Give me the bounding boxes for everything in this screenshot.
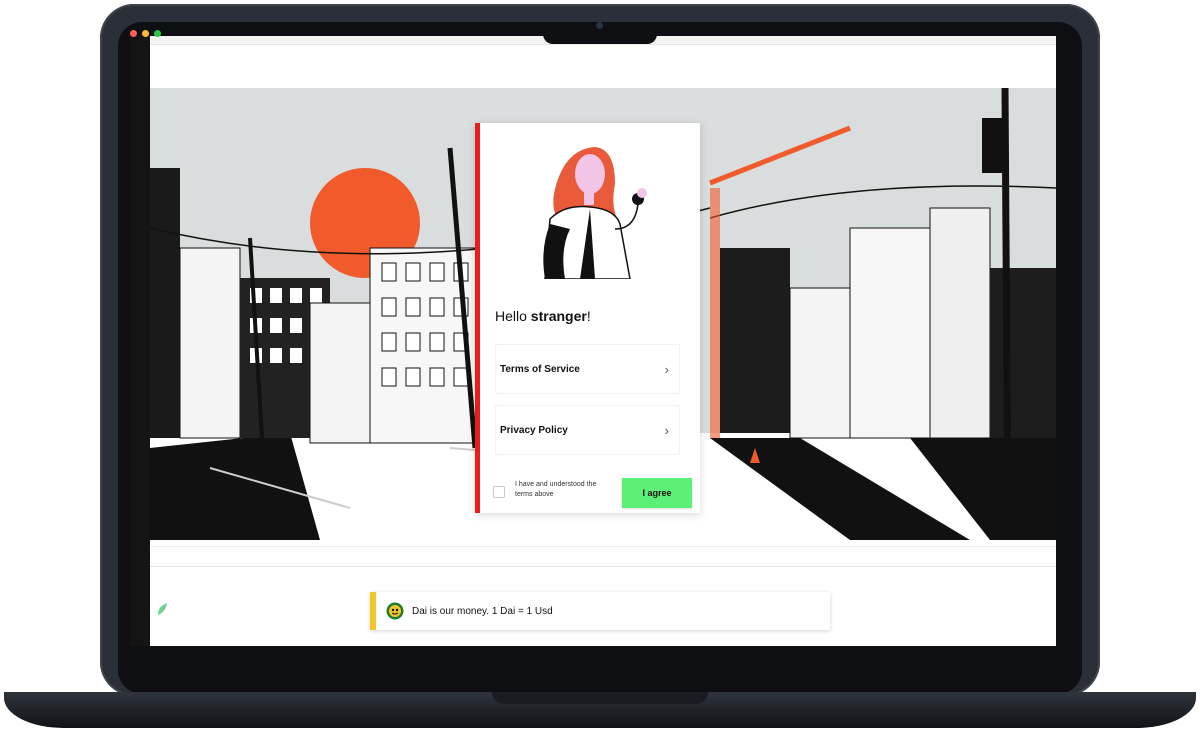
terms-of-service-link[interactable]: Terms of Service › <box>495 344 680 394</box>
agree-button[interactable]: I agree <box>622 478 692 508</box>
privacy-policy-label: Privacy Policy <box>500 424 568 436</box>
window-close-dot[interactable] <box>130 30 137 37</box>
divider <box>150 566 1056 567</box>
window-minimize-dot[interactable] <box>142 30 149 37</box>
terms-modal: Hello stranger! Terms of Service › Priva… <box>475 123 700 513</box>
chevron-right-icon: › <box>664 422 669 438</box>
leaf-icon[interactable] <box>156 602 168 616</box>
notification-text: Dai is our money. 1 Dai = 1 Usd <box>412 605 553 617</box>
agreement-row: I have and understood the terms above I … <box>490 478 695 508</box>
terms-of-service-label: Terms of Service <box>500 363 580 375</box>
dai-coin-icon <box>386 602 404 620</box>
window-maximize-dot[interactable] <box>154 30 161 37</box>
woman-illustration <box>543 147 647 279</box>
terms-checkbox[interactable] <box>493 486 505 498</box>
laptop-base-groove <box>492 692 708 704</box>
divider <box>150 546 1056 547</box>
camera-icon <box>596 22 603 29</box>
greeting-name: stranger <box>530 308 587 324</box>
terms-checkbox-label: I have and understood the terms above <box>515 481 597 498</box>
left-sidebar-strip <box>130 36 150 646</box>
greeting: Hello stranger! <box>495 308 591 324</box>
app-screen: Hello stranger! Terms of Service › Priva… <box>130 36 1056 646</box>
dai-notification: Dai is our money. 1 Dai = 1 Usd <box>370 592 830 630</box>
privacy-policy-link[interactable]: Privacy Policy › <box>495 405 680 455</box>
chevron-right-icon: › <box>664 361 669 377</box>
